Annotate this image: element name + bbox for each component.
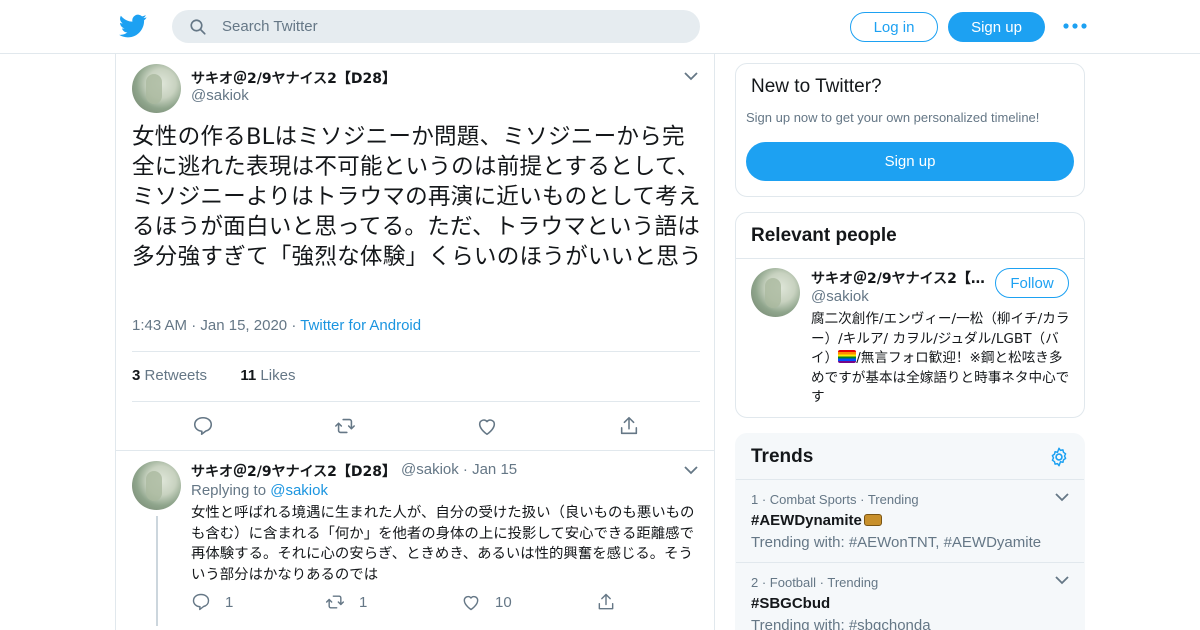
trend-meta: 2 · Football · Trending — [751, 575, 879, 590]
replying-to: Replying to @sakiok — [191, 482, 328, 499]
login-button[interactable]: Log in — [850, 12, 938, 42]
main-column: サキオ＠2/9ヤナイス2【D28】 @sakiok 女性の作るBLはミソジニーか… — [115, 54, 715, 630]
reply-icon[interactable] — [192, 415, 214, 437]
reply-icon[interactable] — [191, 592, 211, 612]
tweet-source-link[interactable]: Twitter for Android — [300, 317, 421, 334]
reply-author-name[interactable]: サキオ＠2/9ヤナイス2【D28】 — [191, 461, 396, 481]
tweet-author-handle[interactable]: @sakiok — [191, 87, 249, 104]
divider — [736, 258, 1084, 259]
relevant-people-title: Relevant people — [751, 225, 897, 246]
tweet-time[interactable]: 1:43 AM — [132, 317, 187, 334]
divider — [116, 450, 714, 451]
like-heart-icon[interactable] — [461, 592, 481, 612]
new-to-twitter-card: New to Twitter? Sign up now to get your … — [735, 63, 1085, 197]
new-to-twitter-title: New to Twitter? — [751, 76, 882, 97]
retweet-count: 1 — [359, 593, 368, 611]
tweet-stats: 3 Retweets 11 Likes — [132, 367, 295, 384]
new-to-twitter-subtitle: Sign up now to get your own personalized… — [746, 110, 1040, 125]
search-icon — [190, 19, 206, 35]
search-bar[interactable] — [172, 10, 700, 43]
reply-date[interactable]: Jan 15 — [472, 461, 517, 478]
chevron-down-icon[interactable] — [684, 71, 698, 81]
signup-button[interactable]: Sign up — [948, 12, 1045, 42]
replying-to-handle-link[interactable]: @sakiok — [270, 482, 328, 499]
divider — [132, 401, 700, 402]
chevron-down-icon[interactable] — [1055, 575, 1069, 585]
relevant-person-handle[interactable]: @sakiok — [811, 288, 869, 305]
avatar[interactable] — [132, 64, 181, 113]
trend-trending-with: Trending with: #sbgchonda — [751, 617, 931, 630]
tweet-date[interactable]: Jan 15, 2020 — [200, 317, 287, 334]
retweets-stat[interactable]: 3 Retweets — [132, 367, 207, 384]
trend-name[interactable]: #SBGCbud — [751, 595, 830, 612]
reply-author-handle[interactable]: @sakiok — [401, 461, 459, 478]
reply-metadata: @sakiok · Jan 15 — [401, 461, 518, 478]
trends-title: Trends — [751, 446, 814, 467]
likes-stat[interactable]: 11 Likes — [240, 367, 295, 384]
trends-card: Trends 1 · Combat Sports · Trending #AEW… — [735, 433, 1085, 630]
follow-button[interactable]: Follow — [995, 268, 1069, 298]
chevron-down-icon[interactable] — [684, 465, 698, 475]
reply-action[interactable]: 1 — [191, 591, 233, 613]
divider — [132, 351, 700, 352]
trend-item[interactable]: 1 · Combat Sports · Trending #AEWDynamit… — [736, 479, 1084, 562]
more-options-icon[interactable] — [1062, 19, 1088, 33]
reply-text: 女性と呼ばれる境遇に生まれた人が、自分の受けた扱い（良いものも悪いものも含む）に… — [191, 505, 695, 583]
avatar[interactable] — [751, 268, 800, 317]
retweet-action[interactable]: 1 — [325, 591, 367, 613]
relevant-person-bio: 腐二次創作/エンヴィー/一松（柳イチ/カラー）/キルア/ カヲル/ジュダル/LG… — [811, 311, 1070, 405]
championship-belt-icon — [863, 514, 882, 526]
avatar[interactable] — [132, 461, 181, 510]
like-count: 10 — [495, 593, 512, 611]
share-icon[interactable] — [618, 415, 640, 437]
chevron-down-icon[interactable] — [1055, 492, 1069, 502]
tweet-author-name[interactable]: サキオ＠2/9ヤナイス2【D28】 — [191, 68, 396, 88]
thread-line — [156, 516, 158, 626]
like-heart-icon[interactable] — [476, 415, 498, 437]
gear-icon[interactable] — [1048, 446, 1070, 468]
like-action[interactable]: 10 — [461, 591, 512, 613]
retweet-icon[interactable] — [334, 415, 356, 437]
tweet-metadata: 1:43 AM · Jan 15, 2020 · Twitter for And… — [132, 317, 422, 334]
sidebar-signup-button[interactable]: Sign up — [746, 142, 1074, 181]
share-action[interactable] — [596, 591, 616, 613]
relevant-people-card: Relevant people サキオ＠2/9ヤナイス2【D28】 @sakio… — [735, 212, 1085, 418]
reply-count: 1 — [225, 593, 234, 611]
tweet-text: 女性の作るBLはミソジニーか問題、ミソジニーから完全に逃れた表現は不可能というの… — [132, 124, 702, 270]
search-input[interactable] — [222, 10, 682, 43]
share-icon[interactable] — [596, 592, 616, 612]
trend-name[interactable]: #AEWDynamite — [751, 512, 882, 529]
relevant-person-name[interactable]: サキオ＠2/9ヤナイス2【D28】 — [811, 268, 991, 288]
retweet-icon[interactable] — [325, 592, 345, 612]
trend-meta: 1 · Combat Sports · Trending — [751, 492, 919, 507]
trend-trending-with: Trending with: #AEWonTNT, #AEWDyamite — [751, 534, 1042, 551]
top-bar: Log in Sign up — [0, 0, 1200, 54]
twitter-bird-icon[interactable] — [119, 12, 147, 40]
rainbow-flag-icon — [838, 350, 857, 363]
trend-item[interactable]: 2 · Football · Trending #SBGCbud Trendin… — [736, 562, 1084, 630]
